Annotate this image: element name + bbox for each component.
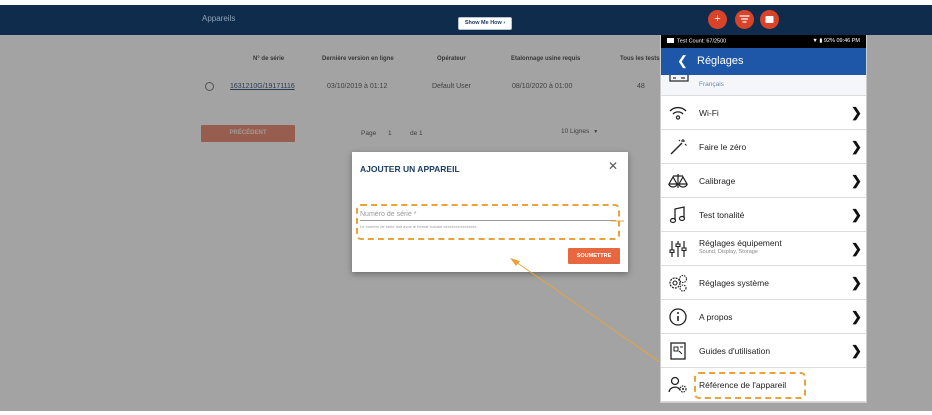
chevron-right-icon: ❯ [851,309,862,324]
wifi-icon [669,106,687,120]
gears-icon [669,274,688,292]
test-count-text: Test Count: 67/2500 [677,38,727,45]
settings-item-label: Wi-Fi [699,108,719,118]
language-icon [669,75,689,82]
section-title: Appareils [202,14,236,23]
music-note-icon [669,206,686,224]
settings-item-label: Guides d'utilisation [699,346,771,356]
language-item-partial[interactable]: Français [661,75,866,96]
settings-title: Réglages [697,55,744,67]
settings-item-about[interactable]: A propos ❯ [661,300,866,334]
field-underline [360,220,616,221]
plus-icon[interactable]: + [708,10,727,29]
folder-icon [667,38,674,43]
test-count: Test Count: 67/2500 [667,38,726,45]
chevron-left-icon[interactable]: ❮ [677,53,688,68]
settings-item-label: Test tonalité [699,210,745,220]
chevron-right-icon: ❯ [851,207,862,222]
battery-icon: ▮ [819,38,823,44]
chevron-right-icon: ❯ [851,105,862,120]
settings-item-sublabel: Sound, Display, Storage [699,249,758,255]
scales-icon [668,174,688,188]
settings-item-label: Faire le zéro [699,142,747,152]
settings-item-system[interactable]: Réglages système ❯ [661,266,866,300]
language-value: Français [699,81,724,88]
screenshot-stage: Appareils Show Me How › + N° de série De… [0,0,932,415]
menu-icon[interactable] [760,10,779,29]
phone-screen: Test Count: 67/2500 ▼ ▮ 92% 09:46 PM ❮ R… [660,35,867,403]
settings-item-device-reference[interactable]: Référence de l'appareil [661,368,866,402]
wifi-signal-icon: ▼ [812,38,818,44]
modal-title: AJOUTER UN APPAREIL [360,164,460,174]
settings-item-label: A propos [699,312,733,322]
settings-item-wifi[interactable]: Wi-Fi ❯ [661,96,866,130]
settings-item-label: Réglages équipement [699,238,782,248]
submit-button[interactable]: SOUMETTRE [568,248,620,264]
settings-item-tone-test[interactable]: Test tonalité ❯ [661,198,866,232]
settings-item-equipment[interactable]: Réglages équipement Sound, Display, Stor… [661,232,866,266]
guide-icon [670,342,686,360]
status-bar: Test Count: 67/2500 ▼ ▮ 92% 09:46 PM [661,35,866,48]
serial-number-field[interactable]: Numéro de série * [360,211,416,218]
close-icon[interactable]: ✕ [608,160,618,172]
zero-wand-icon [670,139,687,155]
chevron-right-icon: ❯ [851,173,862,188]
app-header: Appareils Show Me How › + [0,5,932,35]
settings-item-label: Réglages système [699,278,769,288]
show-me-how-button[interactable]: Show Me How › [458,17,512,30]
chevron-right-icon: ❯ [851,275,862,290]
settings-item-calibration[interactable]: Calibrage ❯ [661,164,866,198]
sliders-icon [669,241,687,257]
settings-item-label: Calibrage [699,176,736,186]
add-device-modal: AJOUTER UN APPAREIL ✕ Numéro de série * … [352,152,628,272]
settings-item-zero[interactable]: Faire le zéro ❯ [661,130,866,164]
battery-time: ▼ ▮ 92% 09:46 PM [812,38,860,44]
field-hint: Le numéro de série doit avoir le format … [360,224,477,229]
battery-time-text: 92% 09:46 PM [823,38,860,44]
filter-icon[interactable] [735,10,754,29]
settings-appbar: ❮ Réglages [661,48,866,75]
user-gear-icon [668,376,687,393]
chevron-right-icon: ❯ [851,241,862,256]
info-icon [669,308,687,326]
chevron-right-icon: ❯ [851,139,862,154]
highlight-frame-serial [356,204,620,240]
chevron-right-icon: ❯ [851,343,862,358]
settings-item-guides[interactable]: Guides d'utilisation ❯ [661,334,866,368]
settings-item-label: Référence de l'appareil [699,380,787,390]
